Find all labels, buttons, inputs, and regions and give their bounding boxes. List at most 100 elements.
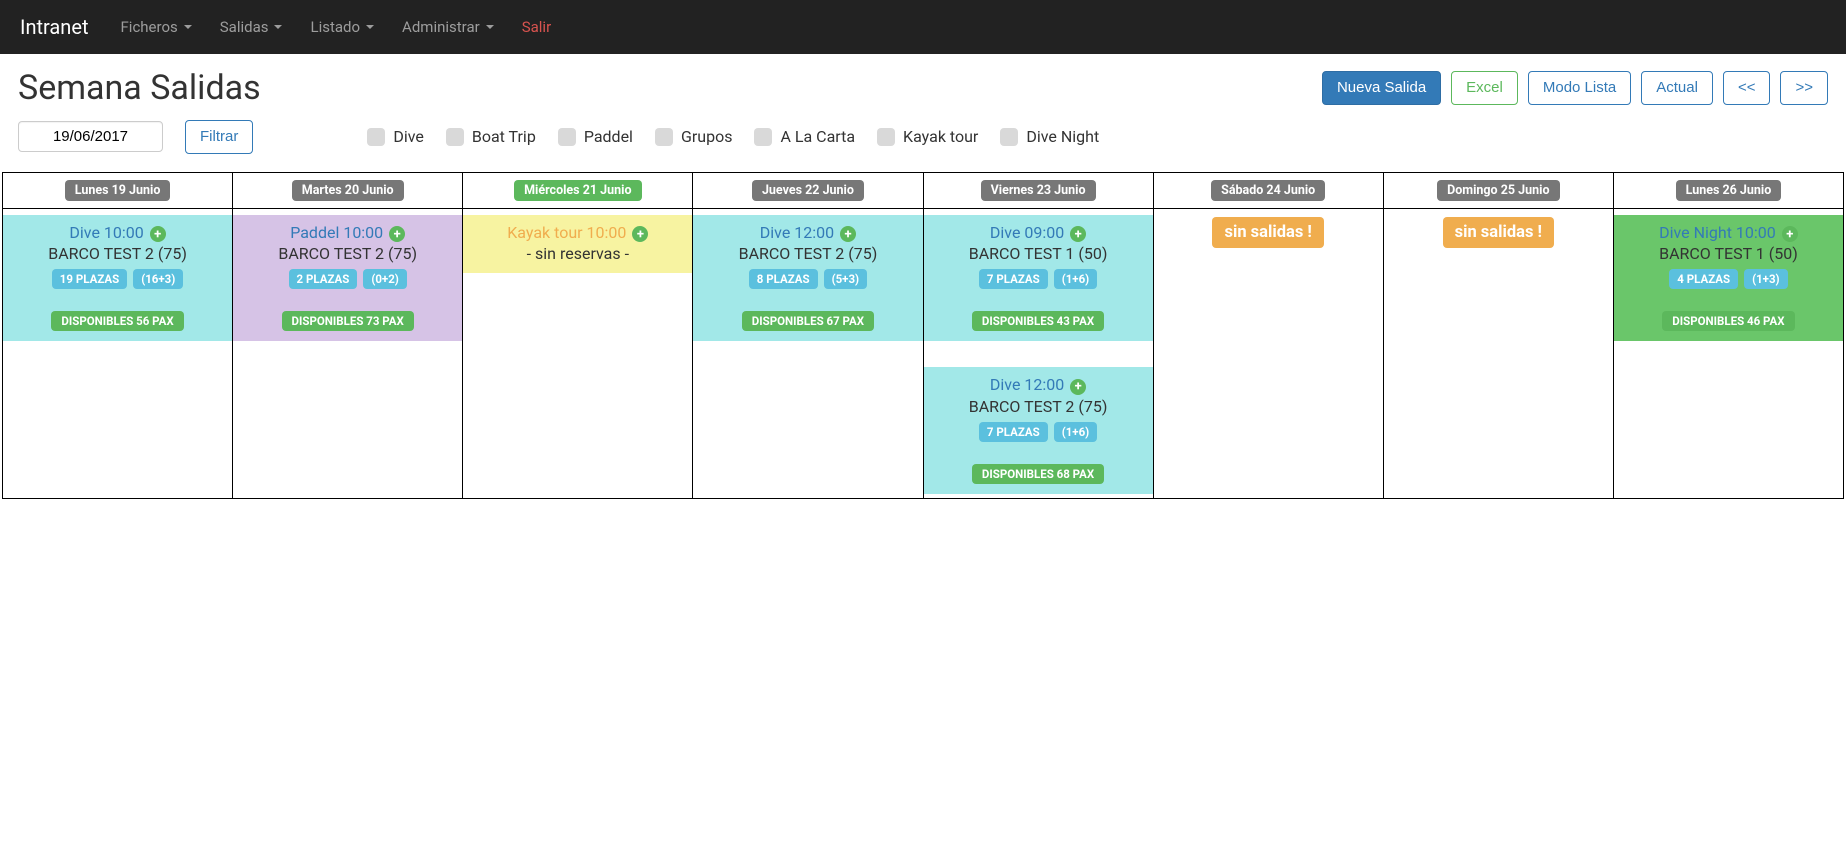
day-column: Sábado 24 Junio sin salidas ! bbox=[1154, 173, 1384, 498]
day-body: sin salidas ! bbox=[1154, 209, 1383, 498]
week-grid: Lunes 19 Junio Dive 10:00 +BARCO TEST 2 (… bbox=[2, 172, 1844, 499]
nav-salidas[interactable]: Salidas bbox=[206, 18, 297, 36]
trip-card[interactable]: Dive 10:00 +BARCO TEST 2 (75)19 PLAZAS(1… bbox=[3, 215, 232, 342]
brand[interactable]: Intranet bbox=[20, 15, 89, 39]
new-salida-button[interactable]: Nueva Salida bbox=[1322, 71, 1441, 105]
filter-check-dive[interactable]: Dive bbox=[367, 127, 424, 146]
add-icon[interactable]: + bbox=[632, 226, 648, 242]
day-column: Jueves 22 Junio Dive 12:00 +BARCO TEST 2 … bbox=[693, 173, 923, 498]
filter-check-label: Paddel bbox=[584, 127, 633, 146]
caret-down-icon bbox=[486, 25, 494, 29]
available-pill: DISPONIBLES 67 PAX bbox=[742, 311, 874, 331]
day-header: Martes 20 Junio bbox=[233, 173, 462, 209]
nav-administrar[interactable]: Administrar bbox=[388, 18, 508, 36]
breakdown-pill: (5+3) bbox=[824, 269, 868, 289]
trip-subtitle: - sin reservas - bbox=[467, 244, 688, 263]
trip-capacity-row: 8 PLAZAS(5+3) bbox=[697, 269, 918, 289]
nav-ficheros[interactable]: Ficheros bbox=[107, 18, 206, 36]
trip-title[interactable]: Paddel 10:00 + bbox=[237, 223, 458, 243]
day-body: Kayak tour 10:00 +- sin reservas - bbox=[463, 209, 692, 498]
day-column: Lunes 19 Junio Dive 10:00 +BARCO TEST 2 (… bbox=[3, 173, 233, 498]
day-body: sin salidas ! bbox=[1384, 209, 1613, 498]
breakdown-pill: (1+3) bbox=[1744, 269, 1788, 289]
add-icon[interactable]: + bbox=[389, 226, 405, 242]
plazas-pill: 7 PLAZAS bbox=[979, 269, 1048, 289]
plazas-pill: 19 PLAZAS bbox=[52, 269, 127, 289]
prev-week-button[interactable]: << bbox=[1723, 71, 1771, 105]
next-week-button[interactable]: >> bbox=[1780, 71, 1828, 105]
trip-title[interactable]: Dive 12:00 + bbox=[697, 223, 918, 243]
day-header-badge[interactable]: Sábado 24 Junio bbox=[1211, 180, 1325, 201]
nav-logout[interactable]: Salir bbox=[508, 18, 565, 36]
filter-row: Filtrar Dive Boat Trip Paddel Grupos A L… bbox=[0, 116, 1846, 172]
breakdown-pill: (0+2) bbox=[363, 269, 407, 289]
trip-card[interactable]: Kayak tour 10:00 +- sin reservas - bbox=[463, 215, 692, 274]
day-body: Paddel 10:00 +BARCO TEST 2 (75)2 PLAZAS(… bbox=[233, 209, 462, 498]
day-header-badge[interactable]: Lunes 26 Junio bbox=[1676, 180, 1782, 201]
trip-title[interactable]: Dive 10:00 + bbox=[7, 223, 228, 243]
add-icon[interactable]: + bbox=[1070, 379, 1086, 395]
plazas-pill: 4 PLAZAS bbox=[1669, 269, 1738, 289]
trip-subtitle: BARCO TEST 1 (50) bbox=[1618, 244, 1839, 263]
day-header: Viernes 23 Junio bbox=[924, 173, 1153, 209]
day-body: Dive 09:00 +BARCO TEST 1 (50)7 PLAZAS(1+… bbox=[924, 209, 1153, 498]
day-header-badge[interactable]: Lunes 19 Junio bbox=[65, 180, 171, 201]
list-mode-button[interactable]: Modo Lista bbox=[1528, 71, 1631, 105]
available-pill: DISPONIBLES 56 PAX bbox=[51, 311, 183, 331]
trip-card[interactable]: Paddel 10:00 +BARCO TEST 2 (75)2 PLAZAS(… bbox=[233, 215, 462, 342]
filter-check-grupos[interactable]: Grupos bbox=[655, 127, 733, 146]
checkbox-icon bbox=[558, 128, 576, 146]
trip-card[interactable]: Dive 12:00 +BARCO TEST 2 (75)8 PLAZAS(5+… bbox=[693, 215, 922, 342]
add-icon[interactable]: + bbox=[1070, 226, 1086, 242]
breakdown-pill: (1+6) bbox=[1054, 269, 1098, 289]
filter-check-kayak-tour[interactable]: Kayak tour bbox=[877, 127, 978, 146]
filter-check-label: A La Carta bbox=[780, 127, 855, 146]
day-header-badge[interactable]: Martes 20 Junio bbox=[292, 180, 404, 201]
trip-title[interactable]: Dive 09:00 + bbox=[928, 223, 1149, 243]
nav-listado[interactable]: Listado bbox=[296, 18, 388, 36]
no-salidas-badge: sin salidas ! bbox=[1154, 217, 1383, 248]
day-column: Viernes 23 Junio Dive 09:00 +BARCO TEST 1… bbox=[924, 173, 1154, 498]
trip-card[interactable]: Dive 12:00 +BARCO TEST 2 (75)7 PLAZAS(1+… bbox=[924, 367, 1153, 494]
day-header-badge[interactable]: Jueves 22 Junio bbox=[752, 180, 864, 201]
filter-check-paddel[interactable]: Paddel bbox=[558, 127, 633, 146]
trip-card[interactable]: Dive Night 10:00 +BARCO TEST 1 (50)4 PLA… bbox=[1614, 215, 1843, 342]
breakdown-pill: (16+3) bbox=[133, 269, 183, 289]
plazas-pill: 7 PLAZAS bbox=[979, 422, 1048, 442]
checkbox-icon bbox=[754, 128, 772, 146]
nav-salidas-label: Salidas bbox=[220, 18, 269, 36]
filter-check-boat-trip[interactable]: Boat Trip bbox=[446, 127, 536, 146]
filter-check-a-la-carta[interactable]: A La Carta bbox=[754, 127, 855, 146]
caret-down-icon bbox=[366, 25, 374, 29]
checkbox-icon bbox=[655, 128, 673, 146]
add-icon[interactable]: + bbox=[150, 226, 166, 242]
date-input[interactable] bbox=[18, 121, 163, 152]
actual-button[interactable]: Actual bbox=[1641, 71, 1713, 105]
no-salidas-badge: sin salidas ! bbox=[1384, 217, 1613, 248]
page-title: Semana Salidas bbox=[18, 68, 261, 108]
trip-card[interactable]: Dive 09:00 +BARCO TEST 1 (50)7 PLAZAS(1+… bbox=[924, 215, 1153, 342]
day-header: Lunes 19 Junio bbox=[3, 173, 232, 209]
trip-title[interactable]: Dive Night 10:00 + bbox=[1618, 223, 1839, 243]
trip-capacity-row: 19 PLAZAS (16+3) bbox=[7, 269, 228, 289]
trip-title-label: Dive Night 10:00 bbox=[1659, 223, 1776, 242]
day-column: Domingo 25 Junio sin salidas ! bbox=[1384, 173, 1614, 498]
add-icon[interactable]: + bbox=[1782, 226, 1798, 242]
trip-title[interactable]: Kayak tour 10:00 + bbox=[467, 223, 688, 243]
checkbox-icon bbox=[367, 128, 385, 146]
available-pill: DISPONIBLES 43 PAX bbox=[972, 311, 1104, 331]
day-column: Lunes 26 JunioDive Night 10:00 +BARCO TE… bbox=[1614, 173, 1843, 498]
trip-title[interactable]: Dive 12:00 + bbox=[928, 375, 1149, 395]
day-header-badge[interactable]: Domingo 25 Junio bbox=[1437, 180, 1559, 201]
nav-listado-label: Listado bbox=[310, 18, 360, 36]
add-icon[interactable]: + bbox=[840, 226, 856, 242]
day-body: Dive Night 10:00 +BARCO TEST 1 (50)4 PLA… bbox=[1614, 209, 1843, 498]
excel-button[interactable]: Excel bbox=[1451, 71, 1518, 105]
trip-title-label: Dive 09:00 bbox=[990, 223, 1064, 242]
filter-check-dive-night[interactable]: Dive Night bbox=[1000, 127, 1099, 146]
filter-button[interactable]: Filtrar bbox=[185, 120, 253, 154]
day-header-badge[interactable]: Miércoles 21 Junio bbox=[514, 180, 641, 201]
trip-title-label: Paddel 10:00 bbox=[290, 223, 383, 242]
available-pill: DISPONIBLES 68 PAX bbox=[972, 464, 1104, 484]
day-header-badge[interactable]: Viernes 23 Junio bbox=[981, 180, 1096, 201]
